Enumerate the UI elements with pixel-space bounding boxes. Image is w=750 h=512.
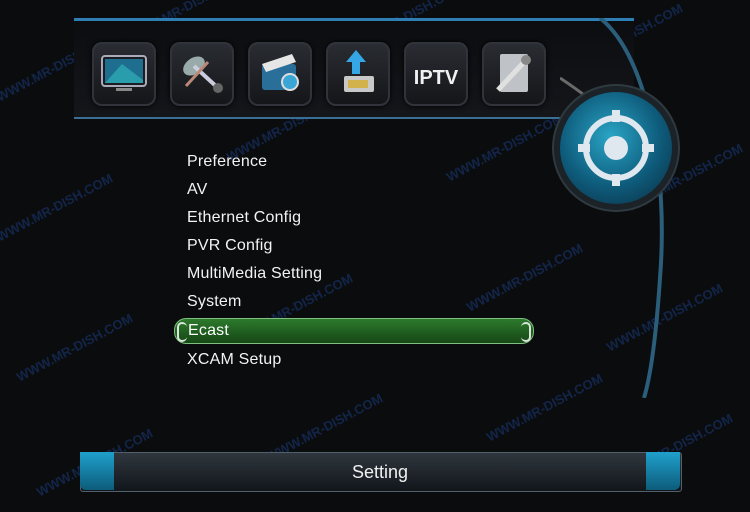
iptv-icon[interactable]: IPTV <box>404 42 468 106</box>
media-clapper-icon[interactable] <box>248 42 312 106</box>
settings-menu: Preference AV Ethernet Config PVR Config… <box>174 148 534 374</box>
orb-frame-decoration <box>560 18 664 398</box>
tools-icon[interactable] <box>482 42 546 106</box>
menu-item-label: XCAM Setup <box>187 351 282 368</box>
menu-item-label: Preference <box>187 153 268 170</box>
menu-item-system[interactable]: System <box>174 288 534 316</box>
watermark: WWW.MR-DISH.COM <box>14 310 136 385</box>
iptv-label: IPTV <box>414 67 459 89</box>
selection-right-bracket-icon <box>521 322 531 342</box>
menu-item-multimedia-setting[interactable]: MultiMedia Setting <box>174 260 534 288</box>
watermark: WWW.MR-DISH.COM <box>0 170 116 245</box>
menu-item-xcam-setup[interactable]: XCAM Setup <box>174 346 534 374</box>
menu-item-ethernet-config[interactable]: Ethernet Config <box>174 204 534 232</box>
menu-item-label: AV <box>187 181 208 198</box>
menu-item-ecast[interactable]: Ecast <box>174 318 534 344</box>
usb-upgrade-icon[interactable] <box>326 42 390 106</box>
menu-item-label: MultiMedia Setting <box>187 265 323 282</box>
footer-left-cap <box>80 452 114 490</box>
menu-item-label: PVR Config <box>187 237 273 254</box>
menu-item-label: Ecast <box>188 322 230 339</box>
settings-screen: WWW.MR-DISH.COM WWW.MR-DISH.COM WWW.MR-D… <box>0 0 750 512</box>
page-title: Setting <box>351 462 409 482</box>
satellite-tools-icon[interactable] <box>170 42 234 106</box>
menu-item-label: System <box>187 293 242 310</box>
selection-left-bracket-icon <box>177 322 187 342</box>
menu-item-preference[interactable]: Preference <box>174 148 534 176</box>
menu-item-pvr-config[interactable]: PVR Config <box>174 232 534 260</box>
menu-item-label: Ethernet Config <box>187 209 302 226</box>
tv-icon[interactable] <box>92 42 156 106</box>
footer-right-cap <box>646 452 680 490</box>
menu-item-av[interactable]: AV <box>174 176 534 204</box>
settings-gear-orb <box>560 92 672 204</box>
